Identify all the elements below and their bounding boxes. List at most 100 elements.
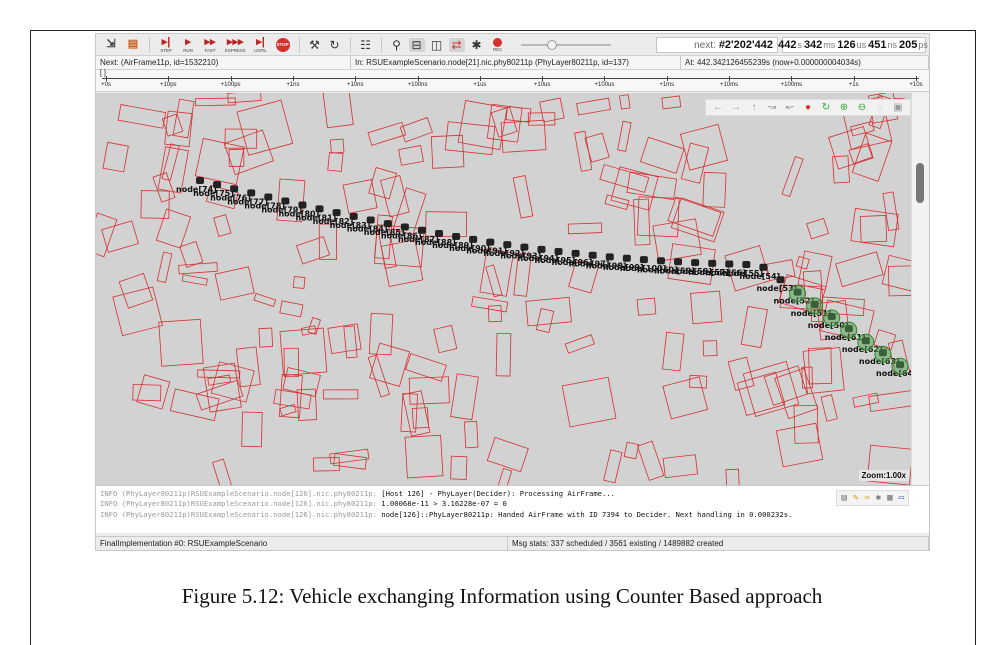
split-horizontal-icon[interactable]: ⊟	[408, 37, 425, 52]
vehicle-icon	[417, 226, 426, 234]
vehicle-icon	[349, 212, 358, 220]
grid-icon[interactable]: ▦	[887, 493, 892, 503]
ruler-tick	[355, 76, 357, 81]
fast-button[interactable]: ▸▸ FAST	[201, 36, 219, 54]
run-button[interactable]: ▸ RUN	[179, 36, 197, 54]
network-canvas[interactable]: node[74] node[75] node[76] node[77] node[78]…	[96, 93, 911, 485]
ruler-tick-label: +100us	[594, 82, 615, 88]
building	[380, 175, 410, 218]
transmission-range	[857, 333, 875, 351]
transmission-range	[874, 345, 892, 363]
building	[323, 389, 359, 400]
vehicle-icon	[759, 263, 768, 271]
building	[161, 143, 180, 182]
vehicle-icon	[315, 205, 324, 213]
search-icon[interactable]: ⚲	[389, 38, 405, 52]
building	[662, 454, 698, 479]
building	[564, 334, 595, 354]
refresh-icon[interactable]: ↻	[820, 102, 832, 113]
vehicle-icon	[435, 229, 444, 237]
ruler-tick-label: +10ps	[160, 82, 177, 88]
log-toolbar: ▤ ✎ ⇛ ✱ ▦ ▭	[836, 490, 909, 507]
building	[619, 94, 631, 110]
vehicle-icon	[503, 241, 512, 249]
stop-button[interactable]: STOP	[274, 36, 292, 54]
building	[486, 436, 529, 473]
building	[584, 132, 610, 163]
building	[662, 376, 709, 420]
timeline-ruler[interactable]: [ ] +0s +10ps +100ps +1ns +10ns +100ns +1us +10…	[96, 70, 929, 92]
split-vertical-icon[interactable]: ◫	[429, 38, 445, 52]
back-arrow-icon[interactable]: ←	[712, 102, 724, 113]
building	[368, 312, 394, 356]
new-run-icon[interactable]: ⇲	[102, 36, 120, 54]
ruler-tick	[168, 76, 170, 81]
goto-icon[interactable]: ⇛	[864, 493, 869, 503]
forward-arrow-icon[interactable]: →	[730, 102, 742, 113]
copy-icon[interactable]: ▤	[841, 493, 846, 503]
building	[775, 422, 824, 468]
express-button[interactable]: ▸▸▸ EXPRESS	[223, 36, 248, 54]
until-button[interactable]: ▸| UNTIL	[252, 36, 270, 54]
ruler-tick-label: +100ps	[220, 82, 241, 88]
options-icon[interactable]: ▣	[892, 102, 904, 113]
stop-layout-icon[interactable]: ●	[802, 102, 814, 113]
speed-slider-knob[interactable]	[546, 39, 557, 50]
building	[156, 251, 173, 283]
zoom-out-icon[interactable]: ⊖	[856, 102, 868, 113]
vehicle-icon	[452, 232, 461, 240]
building	[279, 403, 297, 417]
timeline-icon[interactable]: ⇄	[448, 37, 465, 52]
step-button[interactable]: ▸| STEP	[157, 36, 175, 54]
circle-icon[interactable]: ◌	[874, 102, 886, 113]
building	[848, 143, 873, 165]
node-label: node[54]	[739, 272, 780, 281]
zoom-in-icon[interactable]: ⊕	[838, 102, 850, 113]
transmission-range	[891, 357, 909, 375]
building	[368, 167, 398, 200]
figure-caption: Figure 5.12: Vehicle exchanging Informat…	[181, 584, 823, 608]
record-button[interactable]: REC	[489, 36, 507, 54]
building	[849, 121, 875, 137]
toolbar-separator	[298, 36, 300, 53]
building	[433, 324, 458, 354]
building	[102, 141, 129, 173]
rebuild-icon[interactable]: ↻	[327, 38, 343, 52]
scrollbar-thumb[interactable]	[916, 163, 924, 203]
building	[636, 440, 665, 481]
building	[633, 198, 651, 246]
network-icon[interactable]: ⚒	[307, 38, 323, 52]
canvas-vertical-scrollbar[interactable]	[911, 93, 929, 485]
toolbar-separator	[149, 36, 150, 53]
building	[313, 457, 340, 472]
step-layout-icon[interactable]: ↝	[766, 102, 778, 113]
building	[806, 217, 830, 240]
vehicle-icon	[298, 201, 307, 209]
screen-icon[interactable]: ▭	[899, 493, 904, 503]
building	[224, 128, 258, 149]
building	[599, 164, 650, 193]
building	[181, 274, 208, 286]
vehicle-icon	[708, 259, 717, 267]
ruler-tick-label: +100ns	[407, 82, 428, 88]
building	[495, 467, 513, 485]
speed-slider[interactable]	[520, 38, 611, 52]
relayout-icon[interactable]: ↜	[784, 102, 796, 113]
log-panel[interactable]: INFO (PhyLayer80211p)RSUExampleScenario.…	[96, 485, 929, 533]
log-line: INFO (PhyLayer80211p)RSUExampleScenario.…	[100, 489, 615, 498]
open-network-icon[interactable]: ▤	[124, 36, 142, 54]
building	[832, 155, 850, 184]
rec-tree-icon[interactable]: ☷	[358, 38, 374, 52]
vehicle-icon	[332, 209, 341, 217]
ruler-tick	[542, 76, 544, 81]
ruler-tick-label: +1ns	[286, 82, 300, 88]
log-settings-icon[interactable]: ✱	[876, 493, 881, 503]
find-icon[interactable]: ✎	[853, 493, 858, 503]
building	[283, 347, 300, 378]
building	[241, 411, 263, 448]
up-arrow-icon[interactable]: ↑	[748, 102, 760, 113]
next-event-box: next: #2'202'442	[656, 37, 778, 53]
settings-gear-icon[interactable]: ✱	[469, 38, 485, 52]
building	[690, 290, 723, 325]
event-time-info: At: 442.342126455239s (now+0.00000000403…	[681, 56, 929, 69]
